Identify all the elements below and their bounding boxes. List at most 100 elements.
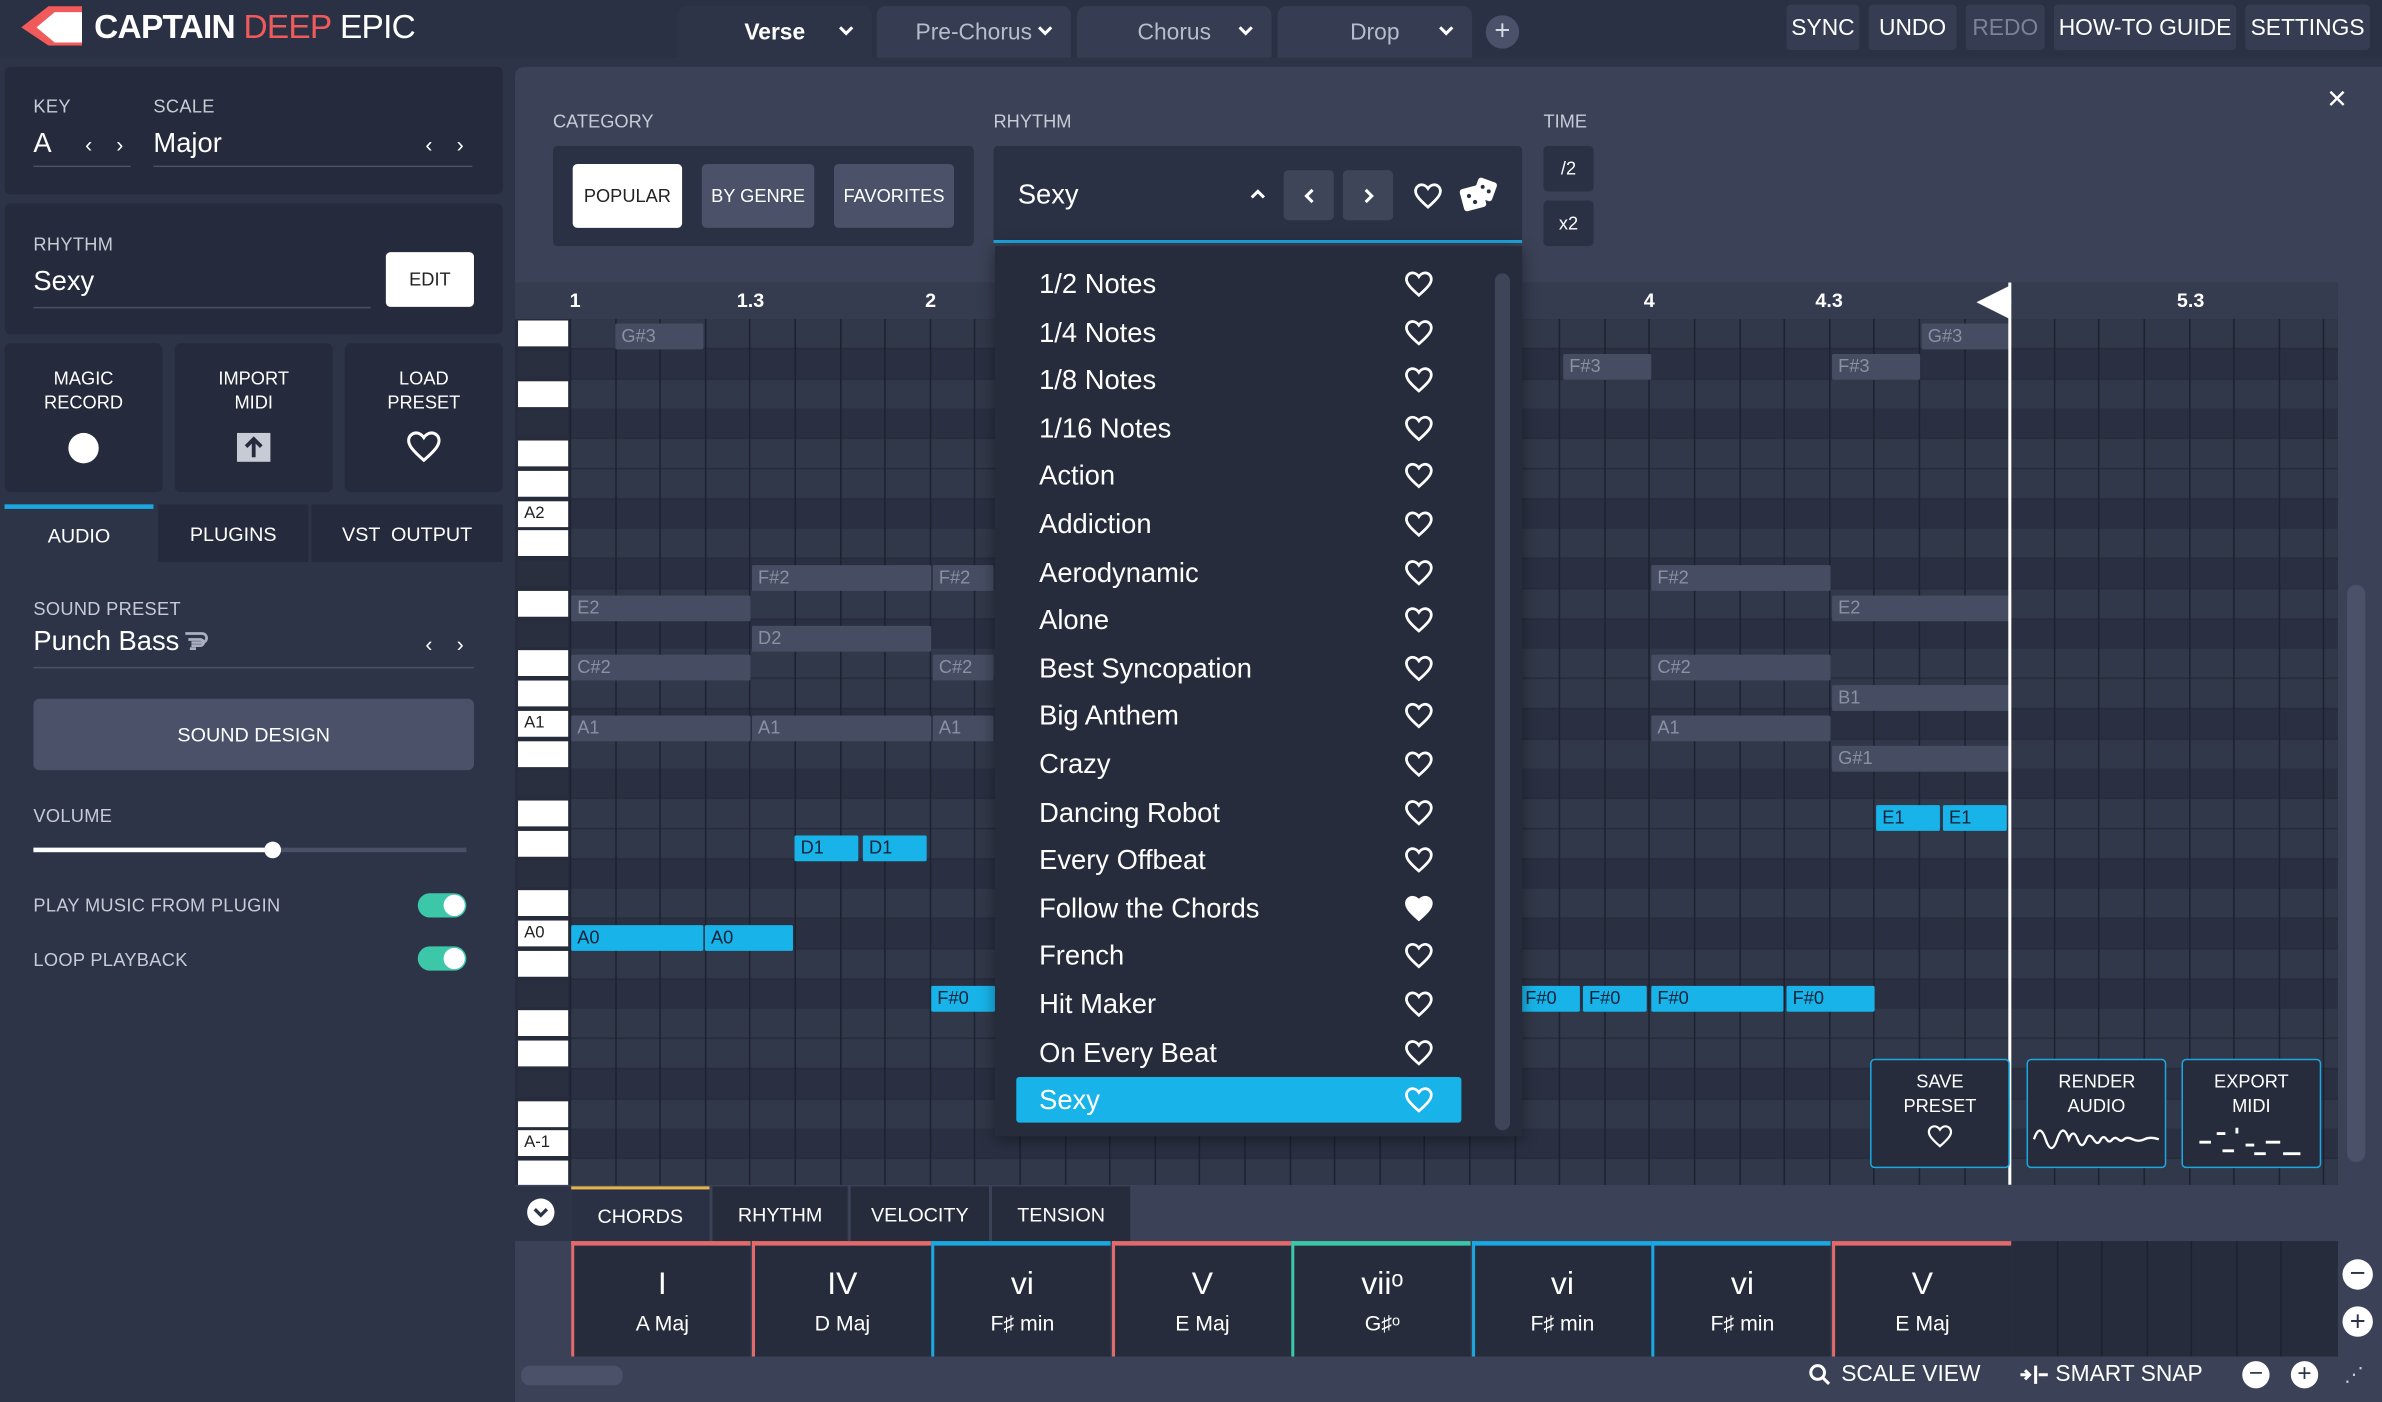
rhythm-option[interactable]: Aerodynamic <box>1016 549 1461 595</box>
note-cs2[interactable]: C#2 <box>571 654 751 681</box>
play-music-toggle[interactable] <box>417 893 467 918</box>
loop-playback-toggle[interactable] <box>417 946 467 971</box>
note-fs0[interactable]: F#0 <box>1786 985 1875 1012</box>
render-audio-button[interactable]: RENDER AUDIO <box>2026 1058 2167 1169</box>
chord-block[interactable]: V E Maj <box>1831 1241 2011 1357</box>
note-cs2[interactable]: C#2 <box>932 654 994 681</box>
rhythm-option[interactable]: Sexy <box>1016 1077 1462 1123</box>
snap-icon[interactable] <box>2019 1363 2049 1387</box>
settings-button[interactable]: SETTINGS <box>2245 4 2370 51</box>
smart-snap-button[interactable]: SMART SNAP <box>2055 1361 2202 1387</box>
chord-block[interactable]: vi F♯ min <box>931 1241 1111 1357</box>
heart-icon[interactable] <box>1404 510 1434 538</box>
key-label[interactable]: A-1 <box>518 1130 569 1157</box>
chord-block[interactable]: vi F♯ min <box>1651 1241 1831 1357</box>
chord-block[interactable]: IV D Maj <box>751 1241 931 1357</box>
black-key[interactable] <box>518 1070 569 1097</box>
section-tab-drop[interactable]: Drop <box>1277 6 1473 58</box>
white-key[interactable] <box>518 800 569 827</box>
note-fs2[interactable]: F#2 <box>932 565 994 591</box>
time-half-button[interactable]: /2 <box>1543 145 1594 192</box>
zoom-in-button[interactable]: + <box>2290 1361 2319 1389</box>
add-section-button[interactable]: + <box>1485 15 1520 49</box>
rhythm-dropdown[interactable]: 1/2 Notes 1/4 Notes 1/8 Notes 1/16 Notes Act… <box>995 246 1523 1137</box>
collapse-button[interactable] <box>527 1198 555 1226</box>
note-cs2[interactable]: C#2 <box>1651 654 1831 681</box>
sound-preset-arrows[interactable]: ‹ › <box>425 632 472 656</box>
zoom-out-vertical-button[interactable]: − <box>2342 1259 2373 1290</box>
heart-icon[interactable] <box>1404 270 1434 298</box>
heart-icon[interactable] <box>1404 1086 1434 1114</box>
white-key[interactable] <box>518 740 569 767</box>
resize-grip-icon[interactable]: ⋰ <box>2344 1363 2364 1387</box>
tab-tension[interactable]: TENSION <box>991 1186 1131 1242</box>
favorite-heart-icon[interactable] <box>1413 182 1443 209</box>
horizontal-scrollbar[interactable] <box>521 1365 623 1386</box>
black-key[interactable] <box>518 410 569 437</box>
tab-audio[interactable]: AUDIO <box>4 504 154 563</box>
white-key[interactable] <box>518 380 569 407</box>
magic-record-button[interactable]: MAGIC RECORD <box>4 343 163 493</box>
heart-icon[interactable] <box>1404 702 1434 730</box>
note-a0[interactable]: A0 <box>571 925 704 951</box>
note-d1[interactable]: D1 <box>862 835 927 862</box>
heart-icon[interactable] <box>1404 750 1434 778</box>
rhythm-option[interactable]: 1/2 Notes <box>1016 261 1461 307</box>
rhythm-option[interactable]: French <box>1016 933 1461 979</box>
note-fs3[interactable]: F#3 <box>1832 353 1921 380</box>
white-key[interactable] <box>518 1160 569 1185</box>
how-to-guide-button[interactable]: HOW-TO GUIDE <box>2053 4 2237 51</box>
load-preset-button[interactable]: LOAD PRESET <box>344 343 503 493</box>
rhythm-option[interactable]: On Every Beat <box>1016 1029 1461 1075</box>
heart-icon[interactable] <box>1404 558 1434 586</box>
black-key[interactable] <box>518 560 569 587</box>
chord-block[interactable]: I A Maj <box>571 1241 751 1357</box>
black-key[interactable] <box>518 620 569 647</box>
rhythm-option[interactable]: 1/4 Notes <box>1016 309 1461 355</box>
sound-preset-selector[interactable]: Punch Bass <box>33 626 474 669</box>
white-key[interactable] <box>518 950 569 977</box>
white-key[interactable] <box>518 650 569 677</box>
dropdown-scrollbar[interactable] <box>1494 273 1511 1131</box>
volume-slider-handle[interactable] <box>263 841 281 859</box>
note-fs2[interactable]: F#2 <box>1651 565 1831 591</box>
key-label[interactable]: A1 <box>518 710 569 737</box>
chevron-down-icon[interactable] <box>1235 20 1256 41</box>
save-preset-button[interactable]: SAVE PRESET <box>1870 1058 2010 1169</box>
note-a1[interactable]: A1 <box>571 715 751 742</box>
heart-icon[interactable] <box>1404 942 1434 970</box>
white-key[interactable] <box>518 1010 569 1037</box>
tab-plugins[interactable]: PLUGINS <box>157 504 309 563</box>
piano-keyboard[interactable]: A2 A1 A0 A-1 <box>515 319 570 1185</box>
heart-icon[interactable] <box>1404 798 1434 826</box>
white-key[interactable] <box>518 470 569 497</box>
rhythm-option[interactable]: Dancing Robot <box>1016 789 1461 835</box>
volume-slider-track[interactable] <box>33 841 467 859</box>
rhythm-option[interactable]: Addiction <box>1016 501 1461 547</box>
search-icon[interactable] <box>1808 1363 1832 1387</box>
heart-icon[interactable] <box>1404 990 1434 1018</box>
white-key[interactable] <box>518 1040 569 1067</box>
key-arrows[interactable]: ‹ › <box>85 132 132 156</box>
white-key[interactable] <box>518 1100 569 1127</box>
heart-icon[interactable] <box>1404 318 1434 346</box>
note-e2[interactable]: E2 <box>571 595 751 622</box>
dice-icon[interactable] <box>1457 175 1500 218</box>
export-midi-button[interactable]: EXPORT MIDI <box>2181 1058 2322 1169</box>
section-tab-chorus[interactable]: Chorus <box>1077 6 1272 58</box>
tab-vst-output[interactable]: VST OUTPUT <box>311 504 503 563</box>
note-a1[interactable]: A1 <box>932 715 994 742</box>
chord-block[interactable]: viiᵒ G♯ᵒ <box>1291 1241 1471 1357</box>
rhythm-option[interactable]: Hit Maker <box>1016 981 1461 1027</box>
scale-arrows[interactable]: ‹ › <box>425 132 472 156</box>
rhythm-option[interactable]: Follow the Chords <box>1016 885 1461 931</box>
note-a0[interactable]: A0 <box>704 925 793 951</box>
note-a1[interactable]: A1 <box>1651 715 1831 742</box>
import-midi-button[interactable]: IMPORT MIDI <box>174 343 333 493</box>
tab-rhythm[interactable]: RHYTHM <box>712 1186 848 1242</box>
note-a1[interactable]: A1 <box>751 715 932 742</box>
close-button[interactable]: × <box>2327 79 2347 118</box>
heart-icon[interactable] <box>1404 654 1434 682</box>
heart-icon[interactable] <box>1404 894 1434 922</box>
zoom-in-vertical-button[interactable]: + <box>2342 1306 2373 1337</box>
